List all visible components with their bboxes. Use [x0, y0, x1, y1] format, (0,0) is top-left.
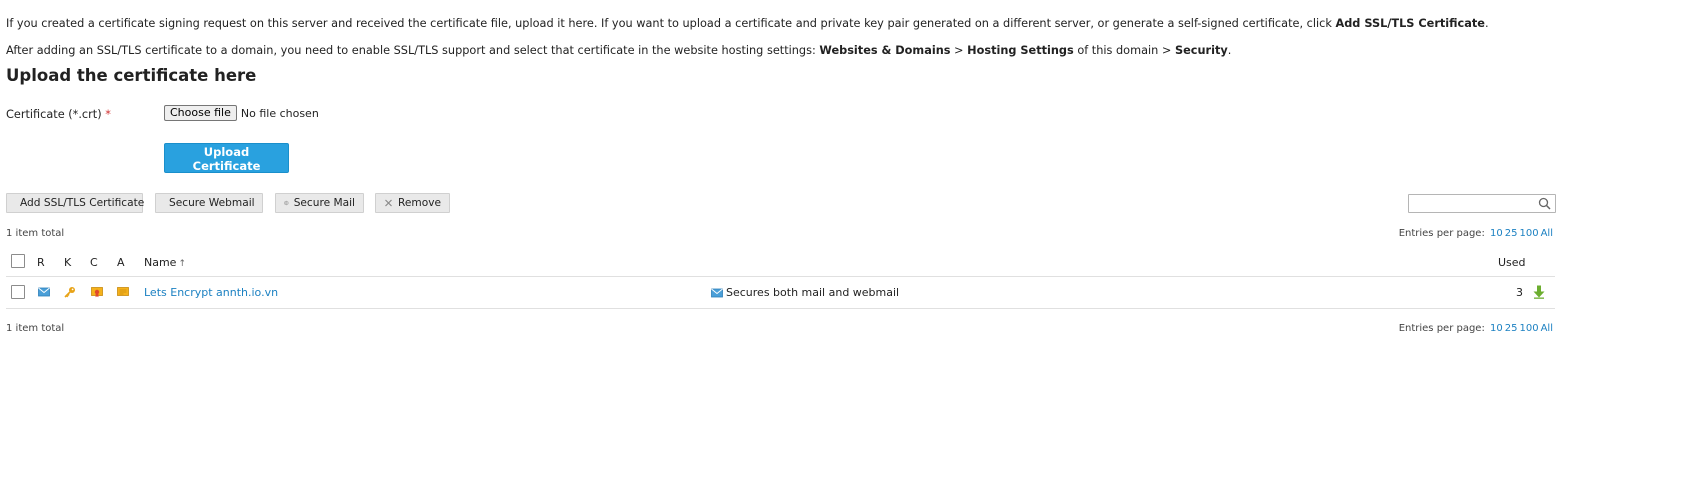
certificate-icon [91, 287, 103, 298]
upload-certificate-button[interactable]: Upload Certificate [164, 143, 289, 173]
add-label: Add SSL/TLS Certificate [20, 197, 145, 209]
intro-security: Security [1174, 44, 1228, 57]
entries-per-page-top: Entries per page: 10 25 100 All [1399, 228, 1553, 239]
search-icon[interactable] [1538, 197, 1551, 210]
used-count: 3 [1516, 286, 1523, 299]
name-header-label: Name [144, 256, 177, 269]
secure-mail-label: Secure Mail [293, 197, 355, 209]
sort-ascending-icon: ↑ [178, 259, 186, 269]
remove-label: Remove [398, 197, 441, 209]
entries-label: Entries per page: [1398, 323, 1485, 334]
secure-mail-button[interactable]: Secure Mail [275, 193, 364, 213]
entries-option-100[interactable]: 100 [1520, 323, 1539, 334]
intro-websites-domains: Websites & Domains [819, 44, 951, 57]
remove-button[interactable]: Remove [375, 193, 450, 213]
intro-paragraph-enable: After adding an SSL/TLS certificate to a… [6, 44, 1231, 57]
secure-webmail-button[interactable]: Secure Webmail [155, 193, 263, 213]
entries-option-all[interactable]: All [1541, 323, 1553, 334]
entries-per-page-bottom: Entries per page: 10 25 100 All [1399, 323, 1553, 334]
remove-x-icon [385, 199, 392, 207]
intro-add-cert-bold: Add SSL/TLS Certificate [1335, 17, 1485, 30]
entries-option-25[interactable]: 25 [1505, 323, 1518, 334]
intro-paragraph-upload: If you created a certificate signing req… [6, 17, 1489, 30]
certificate-field-label: Certificate (*.crt) * [6, 108, 111, 121]
items-total-top: 1 item total [6, 228, 65, 239]
entries-option-100[interactable]: 100 [1520, 228, 1539, 239]
file-status-text: No file chosen [240, 106, 319, 120]
row-checkbox[interactable] [11, 285, 25, 299]
row-divider [6, 308, 1555, 309]
required-mark: * [105, 108, 111, 121]
ca-certificate-icon [117, 287, 129, 296]
entries-option-25[interactable]: 25 [1505, 228, 1518, 239]
intro-end: . [1227, 44, 1232, 57]
certificate-label-text: Certificate (*.crt) [6, 108, 102, 121]
globe-lock-icon [284, 200, 289, 206]
secures-status: Secures both mail and webmail [711, 286, 899, 299]
search-box [1408, 194, 1556, 213]
intro-text: If you created a certificate signing req… [6, 17, 1336, 30]
entries-option-all[interactable]: All [1541, 228, 1553, 239]
intro-text: After adding an SSL/TLS certificate to a… [6, 44, 820, 57]
secures-text: Secures both mail and webmail [726, 286, 900, 299]
column-header-c[interactable]: C [90, 256, 98, 269]
mail-icon [711, 288, 723, 297]
add-ssl-tls-certificate-button[interactable]: Add SSL/TLS Certificate [6, 193, 145, 213]
intro-hosting-settings: Hosting Settings [967, 44, 1074, 57]
entries-option-10[interactable]: 10 [1490, 228, 1503, 239]
certificate-name-link[interactable]: Lets Encrypt annth.io.vn [144, 286, 278, 299]
header-divider [6, 276, 1555, 277]
column-header-name[interactable]: Name ↑ [144, 256, 186, 269]
column-header-k[interactable]: K [64, 256, 71, 269]
column-header-used[interactable]: Used [1498, 256, 1526, 269]
intro-separator: > [950, 44, 968, 57]
select-all-checkbox[interactable] [11, 254, 25, 268]
choose-file-button[interactable]: Choose file [164, 105, 237, 121]
intro-end: . [1484, 17, 1489, 30]
column-header-r[interactable]: R [37, 256, 45, 269]
certificate-file-input: Choose file No file chosen [164, 105, 319, 121]
search-input[interactable] [1409, 195, 1534, 212]
intro-text-mid: of this domain > [1073, 44, 1175, 57]
entries-option-10[interactable]: 10 [1490, 323, 1503, 334]
upload-section-title: Upload the certificate here [6, 66, 257, 85]
column-header-a[interactable]: A [117, 256, 125, 269]
key-icon [64, 287, 75, 298]
mail-icon [38, 287, 50, 297]
secure-webmail-label: Secure Webmail [169, 197, 255, 209]
download-icon[interactable] [1533, 285, 1545, 299]
entries-label: Entries per page: [1398, 228, 1485, 239]
items-total-bottom: 1 item total [6, 323, 65, 334]
